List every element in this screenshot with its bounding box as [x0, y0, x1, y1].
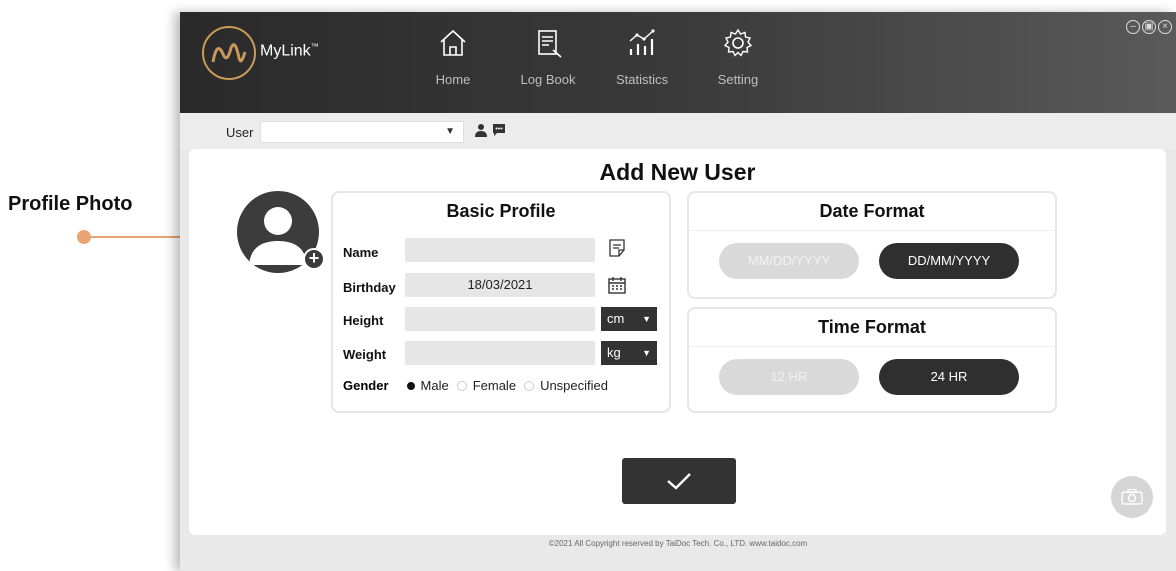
statistics-icon — [629, 29, 655, 55]
brand-name: MyLink™ — [260, 42, 319, 60]
chevron-down-icon: ▼ — [642, 314, 651, 324]
top-bar: MyLink™ Home Log Book Statistics Setting… — [180, 12, 1176, 113]
home-icon — [440, 29, 466, 56]
time-format-24hr-button[interactable]: 24 HR — [879, 359, 1019, 395]
time-format-title: Time Format — [818, 317, 926, 337]
date-format-card: Date Format MM/DD/YYYY DD/MM/YYYY — [687, 191, 1057, 299]
close-icon[interactable]: × — [1158, 20, 1172, 34]
date-format-mmddyyyy-button[interactable]: MM/DD/YYYY — [719, 243, 859, 279]
camera-icon — [1121, 489, 1143, 505]
gender-radio-female[interactable] — [456, 380, 467, 391]
user-select[interactable]: ▼ — [260, 121, 464, 143]
camera-button[interactable] — [1111, 476, 1153, 518]
height-field[interactable] — [405, 307, 595, 331]
gender-option-unspecified[interactable]: Unspecified — [540, 378, 608, 393]
nav-setting[interactable]: Setting — [698, 26, 778, 87]
nav-home-label: Home — [435, 72, 471, 87]
note-icon[interactable] — [607, 238, 627, 258]
page-title: Add New User — [599, 159, 756, 185]
confirm-button[interactable] — [622, 458, 736, 504]
calendar-icon[interactable] — [607, 275, 627, 295]
gender-label: Gender — [343, 378, 389, 393]
nav-statistics-label: Statistics — [615, 72, 668, 87]
add-user-panel: Add New User + Basic Profile Name Birthd… — [189, 149, 1166, 535]
nav-log-book[interactable]: Log Book — [508, 26, 588, 87]
gender-radio-male[interactable] — [406, 381, 415, 390]
restore-icon[interactable]: ▣ — [1142, 20, 1156, 34]
add-photo-icon[interactable]: + — [303, 248, 325, 270]
gender-option-male[interactable]: Male — [421, 378, 449, 393]
checkmark-icon — [667, 473, 691, 490]
weight-label: Weight — [343, 347, 387, 362]
minimize-icon[interactable]: – — [1126, 20, 1140, 34]
birthday-field[interactable]: 18/03/2021 — [405, 273, 595, 297]
window-controls: – ▣ × — [1126, 20, 1172, 34]
chevron-down-icon: ▼ — [445, 126, 455, 137]
date-format-title: Date Format — [819, 201, 925, 221]
date-format-ddmmyyyy-button[interactable]: DD/MM/YYYY — [879, 243, 1019, 279]
callout-dot — [77, 230, 91, 244]
name-field[interactable] — [405, 238, 595, 262]
basic-profile-title: Basic Profile — [446, 201, 556, 221]
birthday-label: Birthday — [343, 280, 396, 295]
gear-icon — [723, 28, 753, 57]
user-label: User — [226, 125, 254, 140]
gender-row: Gender Male Female Unspecified — [343, 378, 610, 393]
app-window: MyLink™ Home Log Book Statistics Setting… — [180, 12, 1176, 571]
chevron-down-icon: ▼ — [642, 348, 651, 358]
user-icon[interactable] — [474, 123, 488, 137]
gender-radio-unspecified[interactable] — [524, 380, 535, 391]
nav-statistics[interactable]: Statistics — [602, 26, 682, 87]
time-format-card: Time Format 12 HR 24 HR — [687, 307, 1057, 413]
nav-home[interactable]: Home — [413, 26, 493, 87]
user-bar: User ▼ — [180, 113, 1176, 149]
nav-setting-label: Setting — [717, 72, 759, 87]
weight-unit-value: kg — [607, 345, 621, 360]
message-icon[interactable] — [492, 123, 506, 137]
nav-log-book-label: Log Book — [520, 72, 576, 87]
weight-field[interactable] — [405, 341, 595, 365]
mylink-logo-icon — [202, 26, 256, 80]
height-label: Height — [343, 313, 384, 328]
divider — [689, 230, 1055, 231]
profile-photo-callout-label: Profile Photo — [8, 193, 133, 215]
name-label: Name — [343, 245, 379, 260]
footer-copyright: ©2021 All Copyright reserved by TaiDoc T… — [548, 539, 808, 548]
gender-option-female[interactable]: Female — [473, 378, 516, 393]
time-format-12hr-button[interactable]: 12 HR — [719, 359, 859, 395]
height-unit-select[interactable]: cm ▼ — [601, 307, 657, 331]
height-unit-value: cm — [607, 311, 625, 326]
weight-unit-select[interactable]: kg ▼ — [601, 341, 657, 365]
user-actions — [474, 123, 506, 137]
basic-profile-card: Basic Profile Name Birthday 18/03/2021 H… — [331, 191, 671, 413]
logbook-icon — [538, 30, 562, 58]
divider — [689, 346, 1055, 347]
